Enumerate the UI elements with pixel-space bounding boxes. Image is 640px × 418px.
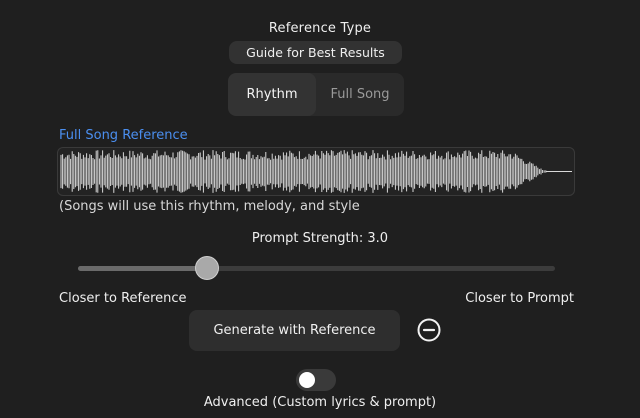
advanced-label: Advanced (Custom lyrics & prompt) [203, 395, 437, 410]
slider-fill [78, 266, 207, 271]
advanced-toggle[interactable] [296, 369, 336, 391]
waveform-label: Full Song Reference [59, 128, 188, 143]
waveform-graphic [60, 150, 572, 193]
waveform-caption: (Songs will use this rhythm, melody, and… [59, 199, 360, 214]
reference-type-tabs: Rhythm Full Song [228, 73, 404, 116]
reference-type-title: Reference Type [268, 21, 372, 36]
tab-full-song[interactable]: Full Song [316, 73, 404, 116]
toggle-knob [299, 372, 315, 388]
closer-to-reference-label: Closer to Reference [59, 291, 187, 306]
guide-best-results-button[interactable]: Guide for Best Results [229, 41, 402, 64]
slider-thumb[interactable] [194, 256, 219, 280]
prompt-strength-slider[interactable] [78, 256, 555, 280]
closer-to-prompt-label: Closer to Prompt [465, 291, 574, 306]
prompt-strength-label: Prompt Strength: 3.0 [251, 231, 389, 246]
tab-rhythm[interactable]: Rhythm [228, 73, 316, 116]
minus-circle-icon[interactable] [417, 318, 441, 342]
generate-with-reference-button[interactable]: Generate with Reference [189, 310, 400, 351]
audio-waveform[interactable] [57, 147, 575, 196]
